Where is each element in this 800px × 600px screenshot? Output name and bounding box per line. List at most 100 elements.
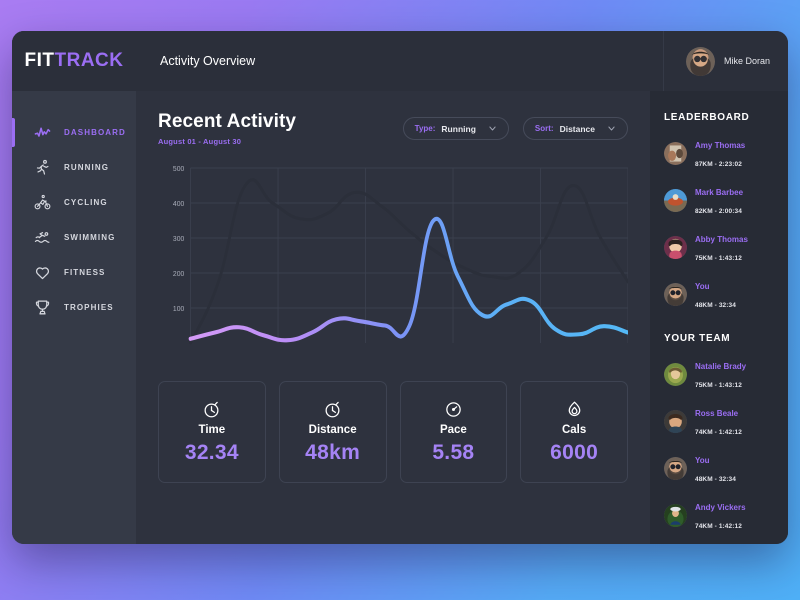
list-item[interactable]: Mark Barbee 82KM - 2:00:34 — [664, 182, 788, 218]
rail-gap — [664, 323, 788, 333]
sort-filter-key: Sort: — [534, 124, 554, 133]
entry-text: You 48KM - 32:34 — [695, 450, 736, 486]
list-item[interactable]: Amy Thomas 87KM - 2:23:02 — [664, 135, 788, 171]
entry-text: Mark Barbee 82KM - 2:00:34 — [695, 182, 743, 218]
type-filter-dropdown[interactable]: Type: Running — [402, 117, 509, 140]
entry-stat: 75KM - 1:43:12 — [695, 255, 742, 262]
list-item[interactable]: You 48KM - 32:34 — [664, 450, 788, 486]
user-name: Mike Doran — [723, 56, 770, 66]
trophy-icon — [34, 299, 51, 316]
sidebar-item-running[interactable]: RUNNING — [12, 150, 136, 185]
leaderboard-list: Amy Thomas 87KM - 2:23:02 Mark Barbee 82… — [664, 135, 788, 312]
section-title: Recent Activity — [158, 111, 297, 132]
stat-card-distance[interactable]: Distance 48km — [278, 381, 387, 483]
sidebar-item-label: SWIMMING — [64, 233, 116, 242]
stat-value: 5.58 — [432, 440, 475, 464]
sort-filter-value: Distance — [559, 123, 595, 134]
sidebar-item-cycling[interactable]: CYCLING — [12, 185, 136, 220]
filters: Type: Running Sort: Distance — [402, 111, 628, 140]
activity-pulse-icon — [34, 124, 51, 141]
chart-svg: 100 200 300 400 500 — [173, 165, 628, 345]
sidebar-item-label: CYCLING — [64, 198, 108, 207]
entry-name: Mark Barbee — [695, 188, 744, 197]
stat-label: Distance — [308, 423, 357, 436]
svg-text:400: 400 — [173, 200, 184, 208]
entry-stat: 87KM - 2:23:02 — [695, 161, 742, 168]
svg-text:100: 100 — [173, 305, 184, 313]
chevron-down-icon — [488, 124, 497, 133]
top-bar: Activity Overview Mike Doran — [136, 31, 788, 91]
chart-line-current — [188, 216, 628, 343]
center-column: Activity Overview Mike Doran Recent Acti… — [136, 31, 788, 544]
entry-stat: 48KM - 32:34 — [695, 476, 736, 483]
list-item[interactable]: Natalie Brady 75KM - 1:43:12 — [664, 356, 788, 392]
entry-text: Abby Thomas 75KM - 1:43:12 — [695, 229, 748, 265]
chart-line-previous — [189, 178, 628, 345]
sidebar-item-dashboard[interactable]: DASHBOARD — [12, 115, 136, 150]
entry-text: Ross Beale 74KM - 1:42:12 — [695, 403, 742, 439]
activity-chart: 100 200 300 400 500 — [158, 160, 628, 365]
stat-cards: Time 32.34 Distance 48km Pace 5.58 Cals … — [158, 381, 628, 483]
list-item[interactable]: Abby Thomas 75KM - 1:43:12 — [664, 229, 788, 265]
entry-name: You — [695, 282, 710, 291]
stat-card-cals[interactable]: Cals 6000 — [520, 381, 628, 483]
entry-text: You 48KM - 32:34 — [695, 276, 736, 312]
avatar — [685, 46, 715, 76]
sidebar-item-label: DASHBOARD — [64, 128, 126, 137]
entry-stat: 82KM - 2:00:34 — [695, 208, 742, 215]
entry-text: Natalie Brady 75KM - 1:43:12 — [695, 356, 746, 392]
stopwatch-icon — [202, 400, 221, 419]
stat-label: Pace — [439, 423, 467, 436]
logo-text-fit: FIT — [24, 50, 55, 71]
avatar — [664, 235, 687, 259]
cycling-icon — [34, 194, 51, 211]
user-profile[interactable]: Mike Doran — [662, 31, 788, 91]
stat-card-pace[interactable]: Pace 5.58 — [399, 381, 508, 483]
list-item[interactable]: You 48KM - 32:34 — [664, 276, 788, 312]
entry-name: Natalie Brady — [695, 362, 747, 371]
entry-stat: 75KM - 1:43:12 — [695, 382, 742, 389]
avatar — [664, 188, 687, 212]
list-item[interactable]: Ross Beale 74KM - 1:42:12 — [664, 403, 788, 439]
chevron-down-icon — [607, 124, 616, 133]
logo-text-track: TRACK — [54, 50, 124, 71]
type-filter-key: Type: — [414, 124, 436, 133]
avatar — [664, 141, 687, 165]
avatar — [664, 362, 687, 386]
entry-stat: 48KM - 32:34 — [695, 302, 736, 309]
heading-group: Recent Activity August 01 - August 30 — [158, 111, 296, 146]
app-logo[interactable]: FIT TRACK — [12, 31, 136, 91]
sort-filter-dropdown[interactable]: Sort: Distance — [522, 117, 628, 140]
flame-icon — [565, 400, 584, 419]
right-rail: LEADERBOARD Amy Thomas 87KM - 2:23:02 Ma… — [650, 91, 788, 544]
heart-icon — [34, 264, 51, 281]
svg-text:500: 500 — [173, 165, 184, 173]
stat-value: 48km — [305, 440, 361, 464]
entry-text: Amy Thomas 87KM - 2:23:02 — [695, 135, 745, 171]
gauge-icon — [444, 400, 463, 419]
sidebar-item-label: FITNESS — [64, 268, 106, 277]
list-item[interactable]: Andy Vickers 74KM - 1:42:12 — [664, 497, 788, 533]
stat-card-time[interactable]: Time 32.34 — [158, 381, 266, 483]
sidebar-nav: DASHBOARD RUNNING CYCLING SWIMMING FITNE… — [12, 91, 136, 325]
avatar — [664, 456, 687, 480]
entry-stat: 74KM - 1:42:12 — [695, 429, 742, 436]
sidebar-item-trophies[interactable]: TROPHIES — [12, 290, 136, 325]
main-header: Recent Activity August 01 - August 30 Ty… — [158, 111, 628, 146]
entry-name: Ross Beale — [695, 409, 739, 418]
sidebar-item-label: RUNNING — [64, 163, 110, 172]
your-team-heading: YOUR TEAM — [664, 333, 731, 344]
left-sidebar: FIT TRACK DASHBOARD RUNNING CYCLING SWIM… — [12, 31, 136, 544]
entry-name: Amy Thomas — [695, 141, 746, 150]
stat-label: Time — [198, 423, 226, 436]
main-panel: Recent Activity August 01 - August 30 Ty… — [136, 91, 650, 544]
sidebar-item-label: TROPHIES — [64, 303, 114, 312]
entry-stat: 74KM - 1:42:12 — [695, 523, 742, 530]
dashboard-window: FIT TRACK DASHBOARD RUNNING CYCLING SWIM… — [12, 31, 788, 544]
sidebar-item-fitness[interactable]: FITNESS — [12, 255, 136, 290]
stat-value: 6000 — [550, 440, 599, 464]
entry-name: You — [695, 456, 710, 465]
sidebar-item-swimming[interactable]: SWIMMING — [12, 220, 136, 255]
entry-name: Andy Vickers — [695, 503, 746, 512]
page-title: Activity Overview — [160, 54, 256, 68]
